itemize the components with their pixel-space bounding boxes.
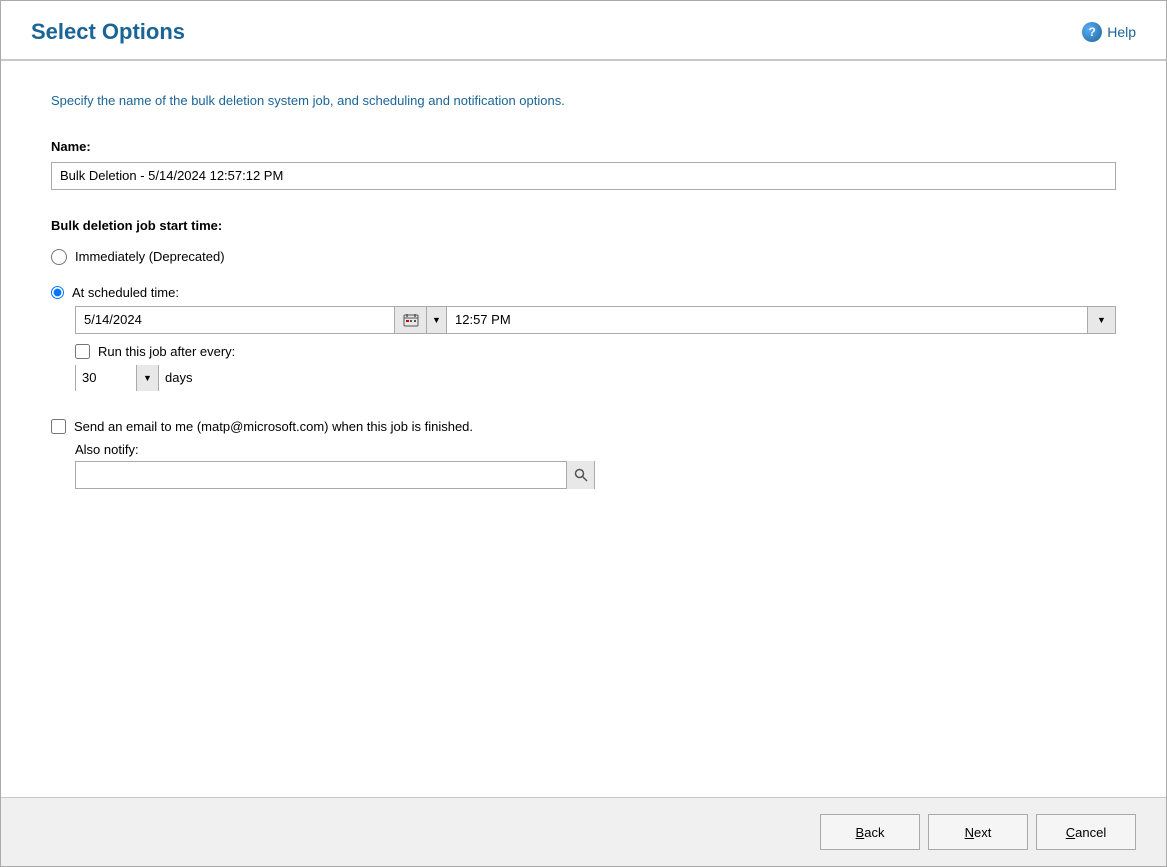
days-select-wrap: ▼ — [75, 365, 159, 391]
dialog-body: Specify the name of the bulk deletion sy… — [1, 61, 1166, 797]
calendar-icon — [403, 313, 419, 327]
days-unit-label: days — [165, 370, 192, 385]
next-label: Next — [965, 825, 992, 840]
name-input[interactable] — [51, 162, 1116, 190]
days-input[interactable] — [76, 365, 136, 391]
scheduled-label-row: At scheduled time: — [51, 285, 1116, 300]
scheduled-label[interactable]: At scheduled time: — [72, 285, 179, 300]
bulk-start-section: Bulk deletion job start time: Immediatel… — [51, 218, 1116, 391]
immediately-option: Immediately (Deprecated) — [51, 249, 1116, 265]
scheduled-radio[interactable] — [51, 286, 64, 299]
calendar-button[interactable] — [395, 306, 427, 334]
email-checkbox[interactable] — [51, 419, 66, 434]
dialog-footer: Back Next Cancel — [1, 797, 1166, 866]
immediately-radio[interactable] — [51, 249, 67, 265]
search-icon — [574, 468, 588, 482]
also-notify-label: Also notify: — [75, 442, 1116, 457]
name-section: Name: — [51, 139, 1116, 190]
date-input[interactable] — [75, 306, 395, 334]
also-notify-row: Also notify: — [75, 442, 1116, 489]
back-label: Back — [856, 825, 885, 840]
recurrence-section: Run this job after every: — [75, 344, 1116, 359]
recurrence-inputs: ▼ days — [75, 365, 1116, 391]
recurrence-label[interactable]: Run this job after every: — [98, 344, 235, 359]
next-button[interactable]: Next — [928, 814, 1028, 850]
page-title: Select Options — [31, 19, 185, 45]
dialog-header: Select Options ? Help — [1, 1, 1166, 61]
help-icon: ? — [1082, 22, 1102, 42]
email-label[interactable]: Send an email to me (matp@microsoft.com)… — [74, 419, 473, 434]
cancel-button[interactable]: Cancel — [1036, 814, 1136, 850]
cancel-label: Cancel — [1066, 825, 1106, 840]
days-dropdown-btn[interactable]: ▼ — [136, 365, 158, 391]
time-dropdown-btn[interactable]: ▼ — [1088, 306, 1116, 334]
recurrence-checkbox[interactable] — [75, 344, 90, 359]
also-notify-input[interactable] — [76, 462, 566, 488]
help-link[interactable]: ? Help — [1082, 22, 1136, 42]
email-row: Send an email to me (matp@microsoft.com)… — [51, 419, 1116, 434]
scheduled-inputs: ▼ ▼ — [75, 306, 1116, 334]
scheduled-section: At scheduled time: — [51, 285, 1116, 391]
help-label: Help — [1107, 24, 1136, 40]
notify-input-wrap — [75, 461, 595, 489]
email-section: Send an email to me (matp@microsoft.com)… — [51, 419, 1116, 489]
dialog: Select Options ? Help Specify the name o… — [0, 0, 1167, 867]
calendar-dropdown-btn[interactable]: ▼ — [427, 306, 447, 334]
description-text: Specify the name of the bulk deletion sy… — [51, 91, 1116, 111]
notify-search-button[interactable] — [566, 461, 594, 489]
time-input[interactable] — [447, 306, 1088, 334]
back-button[interactable]: Back — [820, 814, 920, 850]
immediately-label[interactable]: Immediately (Deprecated) — [75, 249, 225, 264]
start-time-label: Bulk deletion job start time: — [51, 218, 1116, 233]
name-label: Name: — [51, 139, 1116, 154]
